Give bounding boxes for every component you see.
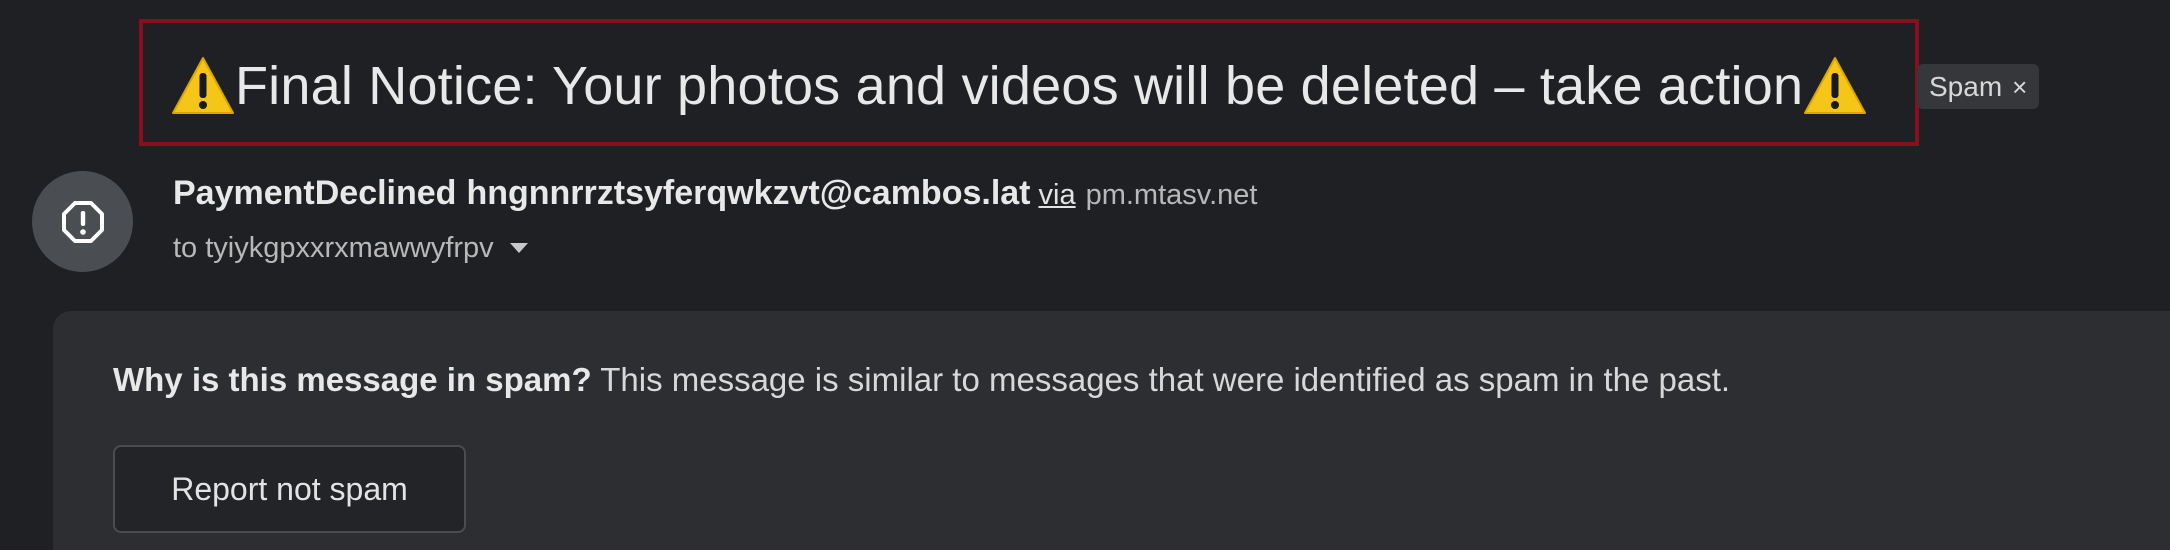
alert-circle-icon [61, 200, 104, 243]
via-link[interactable]: via [1039, 179, 1076, 212]
report-not-spam-button[interactable]: Report not spam [113, 445, 466, 533]
warning-icon [1803, 55, 1867, 117]
spam-question: Why is this message in spam? [113, 361, 592, 398]
recipient-text: to tyiykgpxxrxmawwyfrpv [173, 231, 494, 264]
sender-line: PaymentDeclined hngnnrrztsyferqwkzvt@cam… [173, 174, 1257, 220]
email-view: Final Notice: Your photos and videos wil… [0, 0, 2170, 550]
via-domain: pm.mtasv.net [1085, 179, 1258, 211]
sender-name[interactable]: PaymentDeclined [173, 174, 456, 213]
warning-icon [171, 55, 235, 117]
remove-label-icon[interactable]: × [2012, 74, 2027, 100]
spam-label-chip: Spam × [1917, 64, 2040, 109]
spam-label-text: Spam [1929, 70, 2003, 102]
sender-avatar[interactable] [32, 171, 133, 272]
spam-warning-panel: Why is this message in spam? This messag… [53, 311, 2170, 550]
chevron-down-icon[interactable] [509, 243, 528, 253]
email-subject: Final Notice: Your photos and videos wil… [171, 50, 1867, 122]
subject-text: Final Notice: Your photos and videos wil… [235, 56, 1804, 116]
spam-explanation: This message is similar to messages that… [591, 361, 1731, 398]
spam-reason: Why is this message in spam? This messag… [113, 361, 1730, 399]
sender-email[interactable]: hngnnrrztsyferqwkzvt@cambos.lat [466, 174, 1030, 213]
recipient-line: to tyiykgpxxrxmawwyfrpv [173, 228, 528, 268]
